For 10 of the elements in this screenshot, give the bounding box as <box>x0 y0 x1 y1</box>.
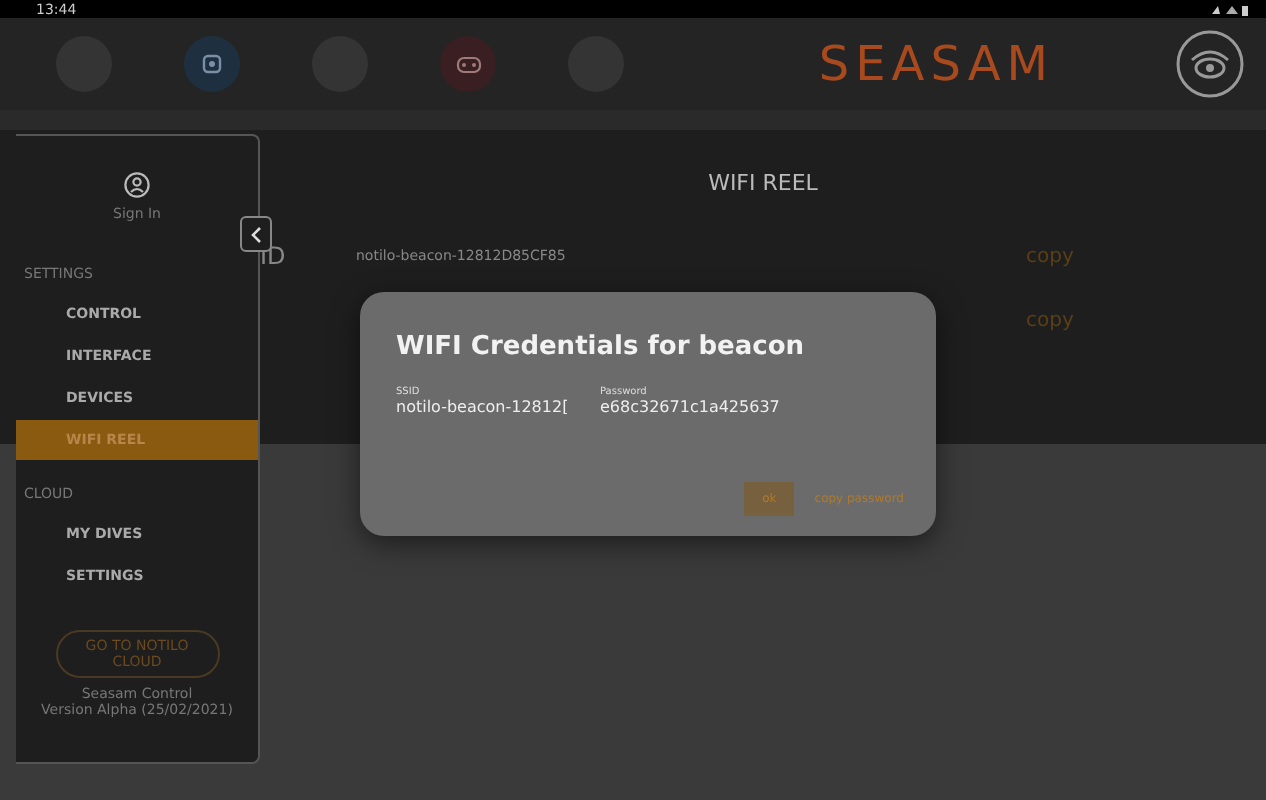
gamepad-icon <box>455 55 481 73</box>
user-icon[interactable] <box>124 172 150 198</box>
status-icons <box>1210 3 1250 15</box>
dialog-title: WIFI Credentials for beacon <box>396 332 807 362</box>
profile-icon[interactable] <box>1174 28 1246 100</box>
chevron-left-icon <box>250 225 262 243</box>
logo: SEASAM <box>818 36 1054 92</box>
nav-button[interactable] <box>184 36 240 92</box>
page-title: WIFI REEL <box>706 170 820 196</box>
nav-button[interactable] <box>440 36 496 92</box>
